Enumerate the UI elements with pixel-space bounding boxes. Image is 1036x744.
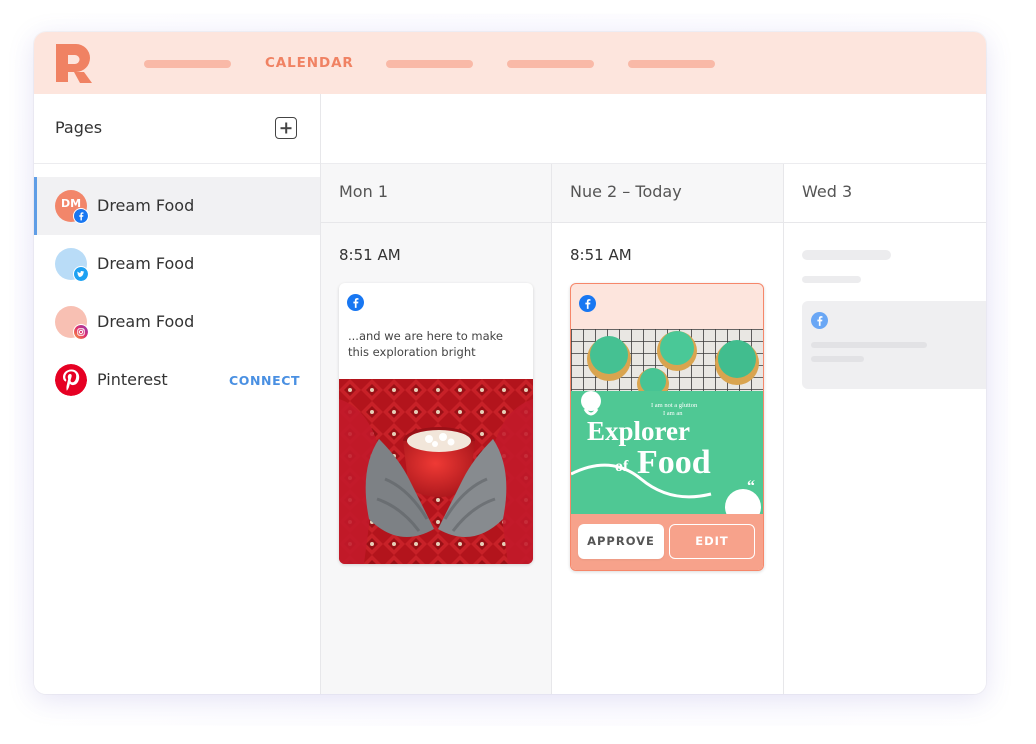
sidebar-item-label: Dream Food [97,196,195,215]
svg-text:“: “ [747,478,755,495]
nav-item-placeholder[interactable] [628,60,715,68]
instagram-icon [73,324,89,340]
facebook-icon [811,312,828,329]
nav-item-calendar[interactable]: CALENDAR [265,55,354,71]
connect-pinterest-link[interactable]: CONNECT [229,373,300,388]
sidebar-item-dream-food-instagram[interactable]: Dream Food [34,293,320,351]
avatar [55,306,89,340]
sidebar-header: Pages [34,94,320,164]
day-label: Wed 3 [802,182,853,201]
sidebar-item-label: Dream Food [97,312,195,331]
post-card-selected[interactable]: I am not a glutton I am an Explorer of F… [570,283,764,571]
day-header: Nue 2 – Today [552,164,783,223]
post-time: 8:51 AM [570,246,632,264]
image-title-food: Food [637,444,711,481]
skeleton-line [802,276,861,283]
sidebar-item-label: Dream Food [97,254,195,273]
facebook-icon [579,295,596,312]
avatar [55,248,89,282]
top-bar: CALENDAR [34,32,986,94]
sidebar-item-pinterest[interactable]: Pinterest CONNECT [34,351,320,409]
sidebar-item-label: Pinterest [97,370,168,389]
add-page-button[interactable] [275,117,297,139]
calendar-toolbar [321,94,986,164]
facebook-icon [347,294,364,311]
skeleton-line [811,356,864,362]
image-tagline: I am not a glutton [651,402,698,409]
brand-logo-icon[interactable] [54,42,94,84]
sidebar-title: Pages [55,118,103,137]
day-column-today: Nue 2 – Today 8:51 AM I am not a glutton… [552,164,784,694]
day-label: Nue 2 – Today [570,182,682,201]
image-title-explorer: Explorer [587,416,690,446]
pinterest-icon [55,364,87,396]
approve-button[interactable]: APPROVE [578,524,664,559]
post-time: 8:51 AM [339,246,401,264]
day-header: Mon 1 [321,164,551,223]
twitter-icon [73,266,89,282]
post-caption: ...and we are here to make this explorat… [348,329,503,359]
day-column-mon: Mon 1 8:51 AM ...and we are here to make… [321,164,552,694]
sidebar-item-dream-food-twitter[interactable]: Dream Food [34,235,320,293]
day-label: Mon 1 [339,182,388,201]
skeleton-line [811,342,927,348]
day-header: Wed 3 [784,164,986,223]
avatar: DM [55,190,89,224]
facebook-icon [73,208,89,224]
pages-sidebar: Pages DM Dream Food Dream Food Dream Foo… [34,94,321,694]
nav-item-placeholder[interactable] [507,60,594,68]
post-card[interactable]: ...and we are here to make this explorat… [339,283,533,564]
app-window: CALENDAR Pages DM Dream Food Dream Food … [34,32,986,694]
day-column-wed: Wed 3 [784,164,986,694]
post-image-explorer-of-food: I am not a glutton I am an Explorer of F… [571,329,763,514]
nav-item-placeholder[interactable] [144,60,231,68]
edit-button[interactable]: EDIT [669,524,755,559]
sidebar-item-dream-food-facebook[interactable]: DM Dream Food [34,177,320,235]
image-title-of: of [615,458,629,475]
post-image-hot-cocoa [339,379,533,564]
post-card-placeholder[interactable] [802,301,986,389]
skeleton-line [802,250,891,260]
nav-item-placeholder[interactable] [386,60,473,68]
